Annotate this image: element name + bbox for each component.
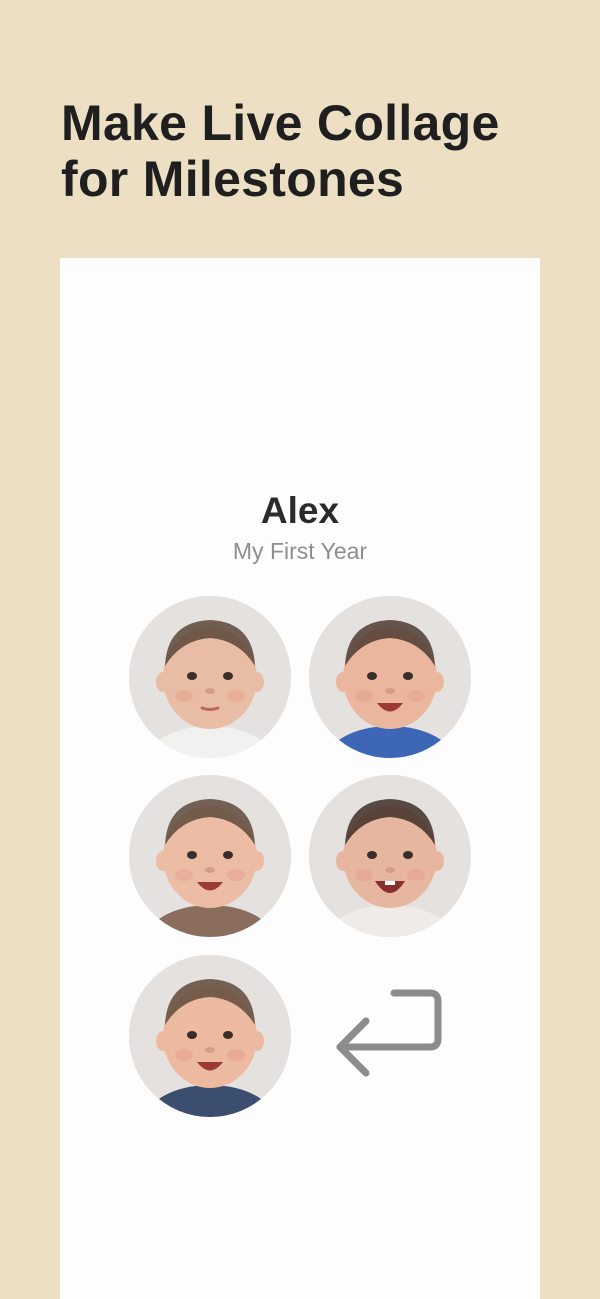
baby-photo-plaid-shirt	[129, 775, 291, 937]
headline-line-1: Make Live Collage	[61, 95, 500, 151]
baby-photo-denim-shirt	[129, 955, 291, 1117]
baby-photo-1[interactable]	[129, 596, 291, 758]
baby-photo-5[interactable]	[129, 955, 291, 1117]
headline: Make Live Collage for Milestones	[61, 95, 561, 207]
baby-photo-smiling	[309, 596, 471, 758]
baby-photo-3[interactable]	[129, 775, 291, 937]
baby-photo-4[interactable]	[309, 775, 471, 937]
baby-photo-2[interactable]	[309, 596, 471, 758]
collage-screen: Alex My First Year	[60, 258, 540, 1299]
headline-line-2: for Milestones	[61, 151, 405, 207]
baby-photo-newborn	[129, 596, 291, 758]
collage-name: Alex	[260, 490, 340, 531]
baby-photo-laughing	[309, 775, 471, 937]
collage-subtitle: My First Year	[232, 538, 368, 564]
return-arrow-icon[interactable]	[332, 985, 448, 1085]
